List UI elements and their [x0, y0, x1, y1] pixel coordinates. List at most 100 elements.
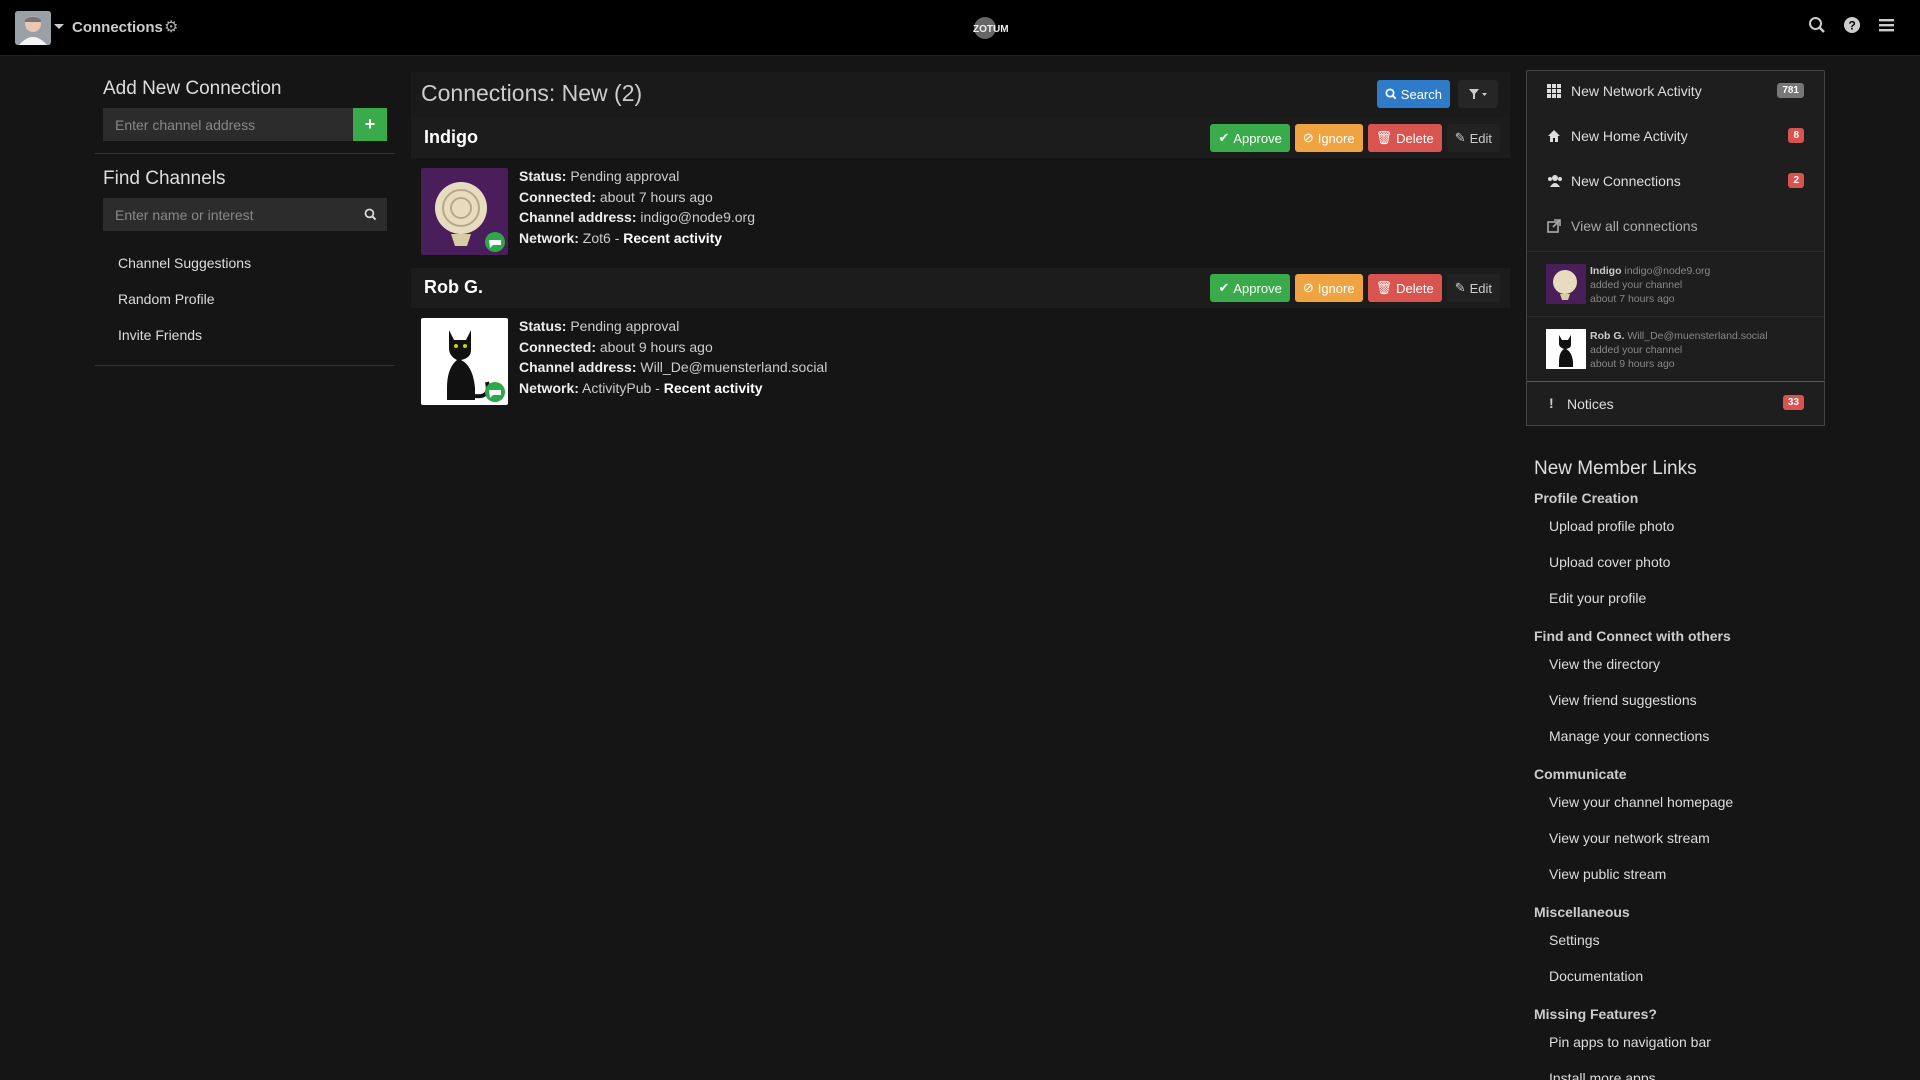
channel-suggestions-link[interactable]: Channel Suggestions [95, 245, 395, 281]
edit-button[interactable]: ✎ Edit [1446, 274, 1500, 302]
new-home-activity-item[interactable]: New Home Activity 8 [1527, 116, 1824, 161]
count-badge: 2 [1788, 173, 1804, 188]
recent-connection-text: Indigo indigo@node9.org added your chann… [1590, 264, 1710, 306]
mini-action: added your channel [1590, 279, 1683, 291]
network-label: Network: [519, 379, 579, 396]
view-directory-link[interactable]: View the directory [1534, 650, 1825, 686]
view-all-connections-link[interactable]: View all connections [1527, 206, 1824, 251]
connection-header: Indigo ✔ Approve ⊘ Ignore 🗑 Delete ✎ Edit [411, 118, 1510, 158]
channel-address-input[interactable] [103, 108, 353, 141]
divider [95, 153, 395, 154]
add-connection-button[interactable]: + [353, 108, 387, 141]
help-icon[interactable]: ? [1843, 16, 1865, 38]
new-network-activity-item[interactable]: New Network Activity 781 [1527, 71, 1824, 116]
view-all-label: View all connections [1571, 218, 1698, 234]
filter-dropdown-button[interactable] [1458, 80, 1498, 108]
ignore-label: Ignore [1317, 130, 1355, 146]
address-label: Channel address: [519, 359, 637, 375]
friend-suggestions-link[interactable]: View friend suggestions [1534, 686, 1825, 722]
delete-label: Delete [1396, 130, 1434, 146]
delete-button[interactable]: 🗑 Delete [1367, 274, 1442, 302]
check-icon: ✔ [1218, 280, 1230, 295]
search-button[interactable]: Search [1376, 80, 1450, 108]
users-icon [1547, 174, 1563, 190]
edit-label: Edit [1469, 280, 1492, 296]
connection-body: Status: Pending approval Connected: abou… [411, 308, 1510, 408]
connection-actions: ✔ Approve ⊘ Ignore 🗑 Delete ✎ Edit [1210, 274, 1500, 302]
install-apps-link[interactable]: Install more apps [1534, 1064, 1825, 1080]
connection-photo[interactable] [421, 318, 508, 405]
network-label: Network: [519, 229, 579, 246]
ban-icon: ⊘ [1302, 130, 1314, 145]
section-heading: Find and Connect with others [1534, 628, 1731, 644]
pin-apps-link[interactable]: Pin apps to navigation bar [1534, 1028, 1825, 1064]
approve-label: Approve [1233, 280, 1282, 296]
search-icon[interactable] [1808, 16, 1830, 38]
approve-button[interactable]: ✔ Approve [1210, 274, 1290, 302]
documentation-link[interactable]: Documentation [1534, 962, 1825, 998]
section-title: Connections: New (2) [421, 80, 643, 106]
connection-body: Status: Pending approval Connected: abou… [411, 158, 1510, 258]
channel-homepage-link[interactable]: View your channel homepage [1534, 788, 1825, 824]
menu-icon[interactable] [1878, 16, 1900, 38]
network-stream-link[interactable]: View your network stream [1534, 824, 1825, 860]
grid-icon [1547, 84, 1563, 100]
recent-activity-link[interactable]: Recent activity [623, 230, 722, 246]
public-stream-link[interactable]: View public stream [1534, 860, 1825, 896]
new-connections-item[interactable]: New Connections 2 [1527, 161, 1824, 206]
network-value: ActivityPub [582, 379, 652, 396]
connection-name[interactable]: Rob G. [424, 277, 483, 298]
recent-connection-item[interactable]: Rob G. Will_De@muensterland.social added… [1527, 316, 1824, 381]
divider [95, 365, 395, 366]
new-member-links: New Member Links Profile Creation Upload… [1526, 458, 1825, 1080]
approve-button[interactable]: ✔ Approve [1210, 124, 1290, 152]
connected-value: about 9 hours ago [599, 338, 713, 355]
address-value: indigo@node9.org [640, 209, 756, 225]
mini-avatar [1546, 264, 1586, 304]
mini-name: Indigo [1590, 265, 1622, 277]
avatar-menu-caret-icon[interactable] [54, 24, 64, 29]
upload-cover-photo-link[interactable]: Upload cover photo [1534, 548, 1825, 584]
invite-friends-link[interactable]: Invite Friends [95, 317, 395, 353]
random-profile-link[interactable]: Random Profile [95, 281, 395, 317]
manage-connections-link[interactable]: Manage your connections [1534, 722, 1825, 758]
connected-label: Connected: [519, 188, 596, 205]
settings-gear-icon[interactable]: ⚙ [164, 17, 178, 37]
section-heading: Miscellaneous [1534, 904, 1630, 920]
address-label: Channel address: [519, 209, 637, 225]
separator: - [651, 379, 664, 396]
settings-link[interactable]: Settings [1534, 926, 1825, 962]
connection-header: Rob G. ✔ Approve ⊘ Ignore 🗑 Delete ✎ Edit [411, 268, 1510, 308]
recent-connection-item[interactable]: Indigo indigo@node9.org added your chann… [1527, 251, 1824, 316]
connection-name[interactable]: Indigo [424, 127, 478, 148]
connection-card: Indigo ✔ Approve ⊘ Ignore 🗑 Delete ✎ Edit [411, 118, 1510, 258]
pencil-icon: ✎ [1454, 130, 1466, 145]
count-badge: 781 [1777, 83, 1804, 98]
home-icon [1547, 129, 1563, 145]
filter-icon [1469, 89, 1487, 99]
status-value: Pending approval [570, 318, 680, 334]
find-channels-search-button[interactable] [353, 198, 387, 231]
approve-label: Approve [1233, 130, 1282, 146]
edit-profile-link[interactable]: Edit your profile [1534, 584, 1825, 620]
section-heading: Communicate [1534, 766, 1627, 782]
upload-profile-photo-link[interactable]: Upload profile photo [1534, 512, 1825, 548]
ignore-button[interactable]: ⊘ Ignore [1294, 274, 1363, 302]
find-channels-input[interactable] [103, 198, 353, 231]
exclamation-icon: ! [1549, 395, 1554, 411]
page-title[interactable]: Connections [72, 19, 163, 36]
connection-photo[interactable] [421, 168, 508, 255]
mini-avatar [1546, 329, 1586, 369]
delete-button[interactable]: 🗑 Delete [1367, 124, 1442, 152]
notices-item[interactable]: ! Notices 33 [1526, 381, 1825, 426]
svg-text:?: ? [1849, 19, 1856, 33]
notices-label: Notices [1567, 396, 1614, 412]
count-badge: 8 [1788, 128, 1804, 143]
user-avatar[interactable] [15, 11, 51, 45]
recent-activity-link[interactable]: Recent activity [664, 380, 763, 396]
edit-button[interactable]: ✎ Edit [1446, 124, 1500, 152]
status-label: Status: [519, 168, 567, 184]
ignore-button[interactable]: ⊘ Ignore [1294, 124, 1363, 152]
mini-time: about 9 hours ago [1590, 358, 1675, 370]
zotum-logo[interactable]: ZOTUM [970, 16, 1018, 40]
